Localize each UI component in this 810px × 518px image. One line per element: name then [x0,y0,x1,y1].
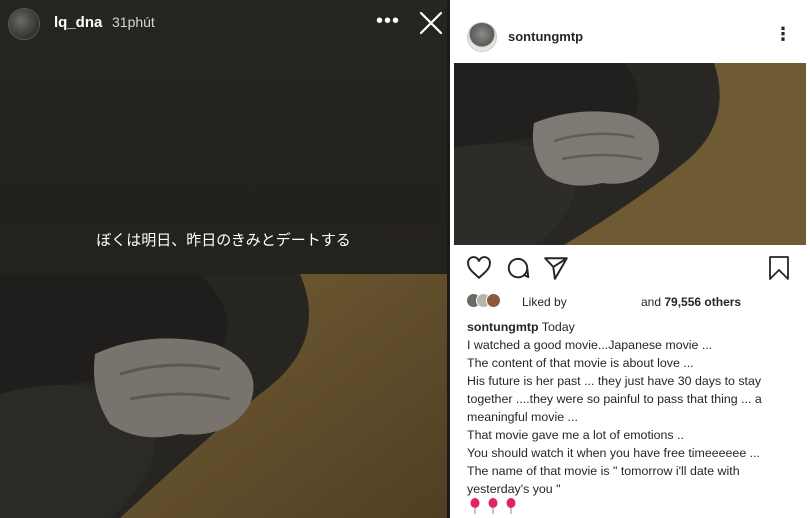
post-caption: sontungmtp Today I watched a good movie.… [467,318,797,498]
close-icon[interactable] [418,10,444,36]
share-icon[interactable] [543,255,569,281]
story-caption: ぼくは明日、昨日のきみとデートする [96,232,351,249]
caption-emoji [469,498,523,514]
story-avatar[interactable] [8,8,40,40]
liked-by-label: Liked by [522,295,567,309]
likes-count[interactable]: 79,556 others [664,295,741,309]
likes-row[interactable]: Liked by and 79,556 others [466,293,806,311]
post-avatar[interactable] [467,22,497,52]
caption-line: I watched a good movie...Japanese movie … [467,338,713,352]
caption-line: The content of that movie is about love … [467,356,694,370]
story-header: lq_dna 31phút ••• [0,0,447,46]
liker-avatar [486,293,501,308]
caption-line: together ....they were so painful to pas… [467,392,762,406]
heart-icon[interactable] [466,255,492,281]
post-header: sontungmtp ⋮ [450,10,810,62]
story-time-ago: 31phút [112,14,155,30]
caption-time: Today [541,320,575,334]
bookmark-icon[interactable] [767,255,791,281]
balloon-icon [470,498,480,514]
caption-line: That movie gave me a lot of emotions .. [467,428,684,442]
story-photo [0,274,447,518]
comment-icon[interactable] [505,255,531,281]
caption-line: yesterday's you " [467,482,561,496]
caption-username[interactable]: sontungmtp [467,320,539,334]
more-vertical-icon[interactable]: ⋮ [774,24,792,45]
more-horizontal-icon[interactable]: ••• [376,10,400,33]
caption-line: The name of that movie is " tomorrow i'l… [467,464,740,478]
caption-line: meaningful movie ... [467,410,578,424]
balloon-icon [506,498,516,514]
caption-line: His future is her past ... they just hav… [467,374,762,388]
instagram-post: sontungmtp ⋮ Liked by and 79,556 others … [447,0,810,518]
and-label: and [641,295,662,309]
hands-photo-art [0,274,447,518]
story-username[interactable]: lq_dna [54,14,102,31]
caption-line: You should watch it when you have free t… [467,446,760,460]
story-viewer: lq_dna 31phút ••• ぼくは明日、昨日のきみとデートする [0,0,447,518]
post-photo[interactable] [454,63,806,245]
post-actions [450,255,810,285]
balloon-icon [488,498,498,514]
likes-others[interactable]: and 79,556 others [641,295,741,309]
balloon-icons [470,498,516,514]
post-hands-photo-art [454,63,806,245]
post-username[interactable]: sontungmtp [508,29,583,44]
